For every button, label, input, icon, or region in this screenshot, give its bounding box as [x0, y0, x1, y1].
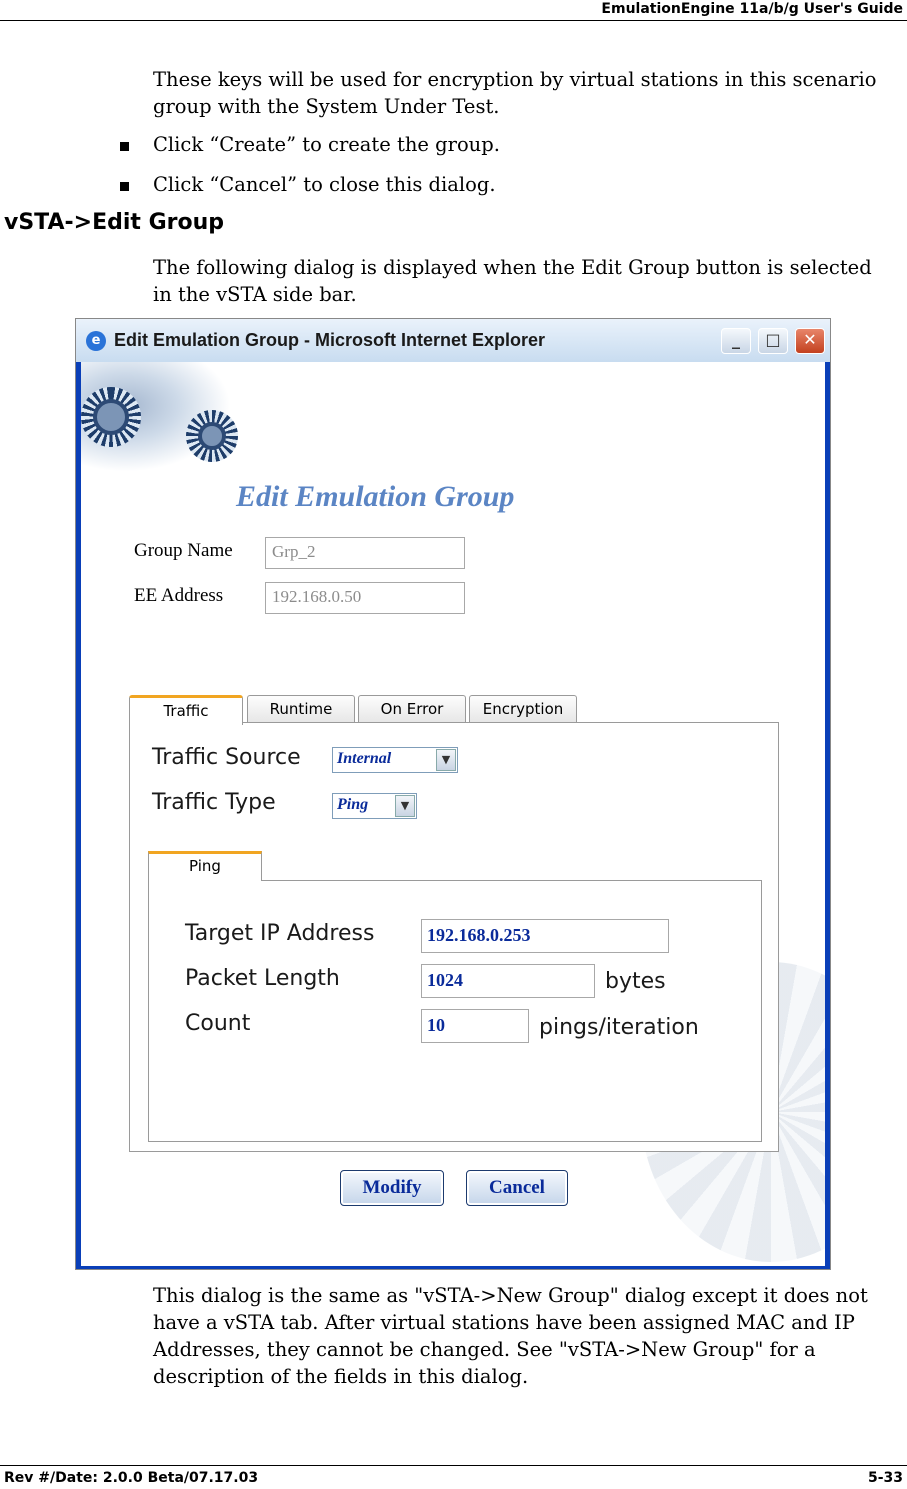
dialog-screenshot: e Edit Emulation Group - Microsoft Inter… [75, 318, 831, 1270]
chevron-down-icon[interactable]: ▼ [395, 795, 415, 817]
traffic-panel: Traffic Source Internal ▼ Traffic Type P… [129, 722, 779, 1152]
count-label: Count [185, 1011, 251, 1036]
page-footer-rule [0, 1465, 907, 1466]
tab-traffic[interactable]: Traffic [129, 695, 243, 725]
dialog-page-title: Edit Emulation Group [236, 480, 515, 513]
page-header: EmulationEngine 11a/b/g User's Guide [0, 0, 907, 21]
ie-icon: e [86, 331, 106, 351]
minimize-button[interactable]: _ [721, 328, 751, 354]
section-heading: vSTA->Edit Group [4, 210, 224, 235]
footer-revision: Rev #/Date: 2.0.0 Beta/07.17.03 [4, 1470, 259, 1486]
outro-paragraph: This dialog is the same as "vSTA->New Gr… [153, 1284, 868, 1388]
bullet-icon [120, 142, 129, 151]
chevron-down-icon[interactable]: ▼ [436, 749, 456, 771]
bullet-icon [120, 182, 129, 191]
window-title: Edit Emulation Group - Microsoft Interne… [114, 330, 546, 350]
bullet-item: Click “Create” to create the group. [153, 133, 500, 156]
close-button[interactable]: ✕ [795, 328, 825, 354]
traffic-source-value: Internal [337, 750, 392, 767]
header-title: EmulationEngine 11a/b/g User's Guide [601, 1, 903, 17]
group-name-label: Group Name [134, 540, 233, 561]
traffic-type-value: Ping [337, 796, 369, 813]
traffic-source-label: Traffic Source [152, 745, 301, 770]
traffic-type-label: Traffic Type [152, 790, 276, 815]
gear-icon [81, 387, 141, 447]
bullet-item: Click “Cancel” to close this dialog. [153, 173, 496, 196]
ping-panel: Target IP Address 192.168.0.253 Packet L… [148, 880, 762, 1142]
group-name-field[interactable]: Grp_2 [265, 537, 465, 569]
traffic-source-select[interactable]: Internal ▼ [332, 747, 458, 773]
count-unit: pings/iteration [539, 1015, 699, 1040]
section-paragraph: The following dialog is displayed when t… [153, 256, 872, 306]
target-ip-label: Target IP Address [185, 921, 375, 946]
packet-length-field[interactable]: 1024 [421, 964, 595, 998]
count-field[interactable]: 10 [421, 1009, 529, 1043]
packet-length-label: Packet Length [185, 966, 340, 991]
packet-length-unit: bytes [605, 969, 666, 994]
cancel-button[interactable]: Cancel [466, 1170, 568, 1206]
maximize-button[interactable]: □ [758, 328, 788, 354]
tab-runtime[interactable]: Runtime [247, 695, 355, 723]
gear-icon [186, 410, 238, 462]
modify-button[interactable]: Modify [340, 1170, 444, 1206]
ee-address-field[interactable]: 192.168.0.50 [265, 582, 465, 614]
tab-on-error[interactable]: On Error [358, 695, 466, 723]
footer-page-number: 5-33 [867, 1470, 903, 1486]
intro-paragraph: These keys will be used for encryption b… [153, 68, 877, 118]
target-ip-field[interactable]: 192.168.0.253 [421, 919, 669, 953]
dialog-content: Edit Emulation Group Group Name Grp_2 EE… [81, 362, 825, 1266]
tab-ping[interactable]: Ping [148, 851, 262, 881]
window-titlebar: e Edit Emulation Group - Microsoft Inter… [76, 319, 830, 362]
traffic-type-select[interactable]: Ping ▼ [332, 793, 417, 819]
tab-encryption[interactable]: Encryption [469, 695, 577, 723]
ee-address-label: EE Address [134, 585, 224, 606]
